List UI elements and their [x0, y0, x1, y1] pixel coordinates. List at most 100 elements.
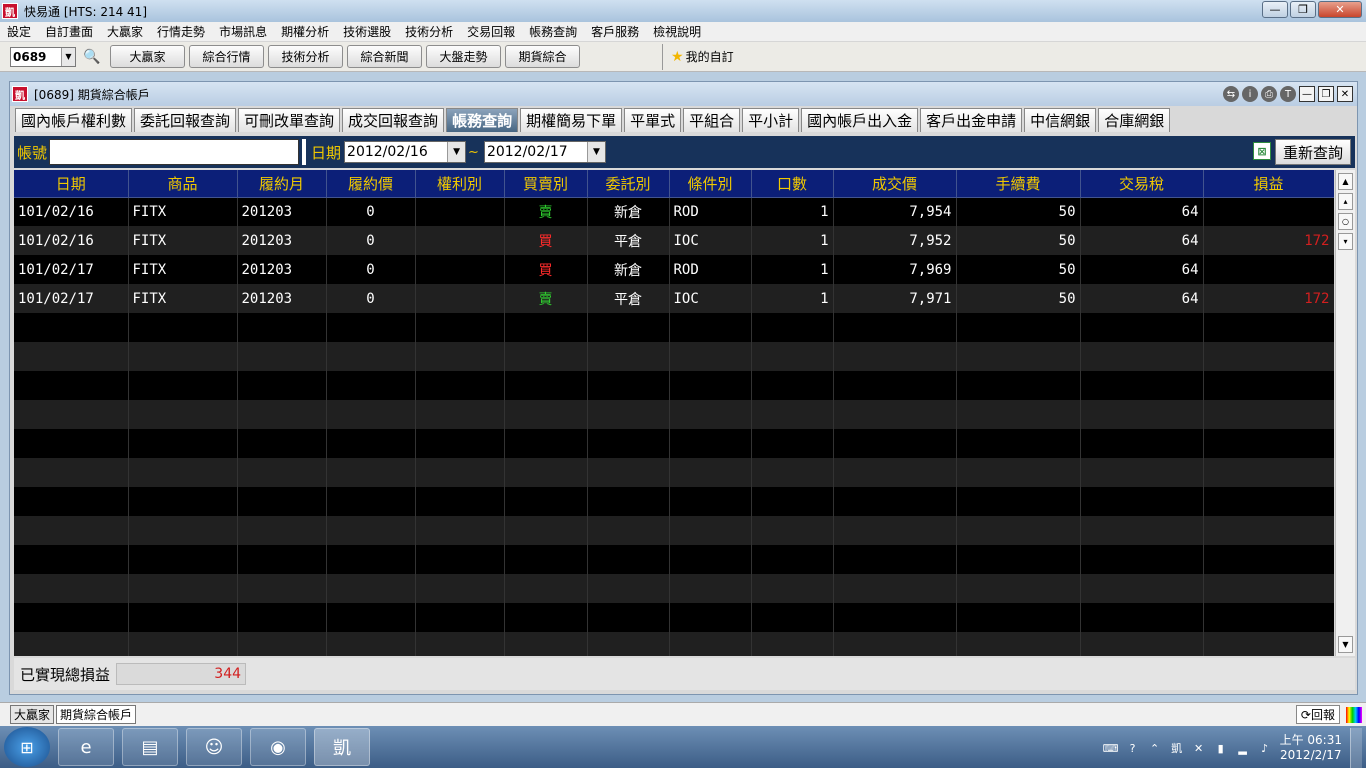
minimize-button[interactable]: — [1262, 1, 1288, 18]
child-restore-button[interactable]: ❐ [1318, 86, 1334, 102]
tab-fill-reply[interactable]: 成交回報查詢 [342, 108, 445, 132]
tray-app-icon[interactable]: 凱 [1170, 741, 1184, 755]
table-row[interactable] [14, 574, 1334, 603]
menu-quotes[interactable]: 行情走勢 [150, 23, 212, 40]
browser-icon[interactable]: e [58, 728, 114, 766]
tab-withdraw-request[interactable]: 客戶出金申請 [920, 108, 1023, 132]
signal-icon[interactable]: ▂ [1236, 741, 1250, 755]
export-excel-icon[interactable]: ⊠ [1253, 142, 1271, 160]
pin-icon[interactable]: T [1280, 86, 1296, 102]
volume-icon[interactable]: ♪ [1258, 741, 1272, 755]
table-row[interactable] [14, 313, 1334, 342]
table-row[interactable]: 101/02/16 FITX 201203 0 買平倉 IOC 1 7,952 50 64 172 [14, 226, 1334, 255]
open-window-futures-account[interactable]: 期貨綜合帳戶 [56, 705, 137, 724]
table-row[interactable]: 101/02/17 FITX 201203 0 賣平倉 IOC 1 7,971 50 64 172 [14, 284, 1334, 313]
tab-flat-single[interactable]: 平單式 [624, 108, 682, 132]
menu-trade-reply[interactable]: 交易回報 [460, 23, 522, 40]
info-icon[interactable]: i [1242, 86, 1258, 102]
menu-account-query[interactable]: 帳務查詢 [522, 23, 584, 40]
date-to-picker[interactable]: 2012/02/17 ▼ [483, 141, 606, 163]
date-from-picker[interactable]: 2012/02/16 ▼ [344, 141, 467, 163]
menu-customer-service[interactable]: 客戶服務 [584, 23, 646, 40]
print-icon[interactable]: ⎙ [1261, 86, 1277, 102]
keyboard-icon[interactable]: ⌨ [1103, 741, 1119, 755]
column-header[interactable]: 手續費 [956, 170, 1081, 198]
open-window-big-winner[interactable]: 大贏家 [10, 705, 55, 724]
tab-tcb-bank[interactable]: 合庫網銀 [1098, 108, 1171, 132]
index-trend-button[interactable]: 大盤走勢 [426, 45, 501, 68]
table-row[interactable] [14, 545, 1334, 574]
futures-overview-button[interactable]: 期貨綜合 [505, 45, 580, 68]
column-header[interactable]: 商品 [128, 170, 238, 198]
menu-options-analysis[interactable]: 期權分析 [274, 23, 336, 40]
scroll-bottom-icon[interactable]: ▾ [1338, 233, 1353, 250]
scroll-down-icon[interactable]: ▼ [1338, 636, 1353, 653]
column-header[interactable]: 日期 [14, 170, 129, 198]
menu-market-news[interactable]: 市場訊息 [212, 23, 274, 40]
scroll-up-icon[interactable]: ▲ [1338, 173, 1353, 190]
folder-icon[interactable]: ▤ [122, 728, 178, 766]
column-header[interactable]: 買賣別 [504, 170, 588, 198]
column-header[interactable]: 成交價 [833, 170, 957, 198]
news-button[interactable]: 綜合新聞 [347, 45, 422, 68]
chevron-down-icon[interactable]: ▼ [61, 47, 75, 66]
tab-modifiable-orders[interactable]: 可刪改單查詢 [238, 108, 341, 132]
scroll-top-icon[interactable]: ▴ [1338, 193, 1353, 210]
show-desktop-button[interactable] [1350, 728, 1362, 768]
chevron-up-icon[interactable]: ⌃ [1148, 741, 1162, 755]
chevron-down-icon[interactable]: ▼ [447, 142, 466, 162]
column-header[interactable]: 口數 [751, 170, 834, 198]
search-icon[interactable]: 🔍 [82, 47, 102, 67]
menu-custom-screen[interactable]: 自訂畫面 [38, 23, 100, 40]
menu-big-winner[interactable]: 大贏家 [100, 23, 150, 40]
column-header[interactable]: 條件別 [669, 170, 752, 198]
menu-stock-screening[interactable]: 技術選股 [336, 23, 398, 40]
tab-domestic-equity[interactable]: 國內帳戶權利數 [15, 108, 133, 132]
requery-button[interactable]: 重新查詢 [1275, 139, 1351, 165]
table-row[interactable]: 101/02/17 FITX 201203 0 買新倉 ROD 1 7,969 50 64 [14, 255, 1334, 284]
table-row[interactable] [14, 429, 1334, 458]
menu-settings[interactable]: 設定 [0, 23, 38, 40]
clock[interactable]: 上午 06:31 2012/2/17 [1280, 733, 1342, 763]
tab-flat-combo[interactable]: 平組合 [683, 108, 741, 132]
column-header[interactable]: 交易稅 [1080, 170, 1204, 198]
table-row[interactable] [14, 487, 1334, 516]
column-header[interactable]: 損益 [1203, 170, 1334, 198]
scroll-thumb[interactable]: ○ [1338, 213, 1353, 230]
column-header[interactable]: 履約月 [237, 170, 327, 198]
column-header[interactable]: 權利別 [415, 170, 505, 198]
link-icon[interactable]: ⇆ [1223, 86, 1239, 102]
table-row[interactable]: 101/02/16 FITX 201203 0 賣新倉 ROD 1 7,954 50 64 [14, 197, 1334, 226]
child-close-button[interactable]: ✕ [1337, 86, 1353, 102]
trading-app-icon[interactable]: 凱 [314, 728, 370, 766]
close-button[interactable]: ✕ [1318, 1, 1362, 18]
messenger-icon[interactable]: ☺ [186, 728, 242, 766]
vertical-scrollbar[interactable]: ▲ ▴ ○ ▾ ▼ [1335, 170, 1355, 656]
tab-order-reply[interactable]: 委託回報查詢 [134, 108, 237, 132]
account-input[interactable] [49, 139, 300, 165]
tab-flat-subtotal[interactable]: 平小計 [742, 108, 800, 132]
table-row[interactable] [14, 603, 1334, 632]
menu-technical-analysis[interactable]: 技術分析 [398, 23, 460, 40]
favorites-button[interactable]: ★ 我的自訂 [671, 48, 734, 65]
power-icon[interactable]: ▮ [1214, 741, 1228, 755]
color-palette-icon[interactable] [1346, 706, 1362, 723]
table-row[interactable] [14, 458, 1334, 487]
technical-analysis-button[interactable]: 技術分析 [268, 45, 343, 68]
stock-code-input[interactable]: 0689 ▼ [10, 46, 76, 67]
table-row[interactable] [14, 400, 1334, 429]
tab-quick-order[interactable]: 期權簡易下單 [520, 108, 623, 132]
column-header[interactable]: 委託別 [587, 170, 670, 198]
network-error-icon[interactable]: ✕ [1192, 741, 1206, 755]
table-row[interactable] [14, 516, 1334, 545]
column-header[interactable]: 履約價 [326, 170, 416, 198]
help-icon[interactable]: ? [1126, 741, 1140, 755]
big-winner-button[interactable]: 大贏家 [110, 45, 185, 68]
tab-ctbc-bank[interactable]: 中信網銀 [1024, 108, 1097, 132]
table-row[interactable] [14, 632, 1334, 656]
table-row[interactable] [14, 342, 1334, 371]
reply-button[interactable]: ⟳ 回報 [1295, 705, 1340, 724]
tab-account-query[interactable]: 帳務查詢 [446, 108, 519, 132]
maximize-button[interactable]: ❐ [1290, 1, 1316, 18]
child-minimize-button[interactable]: — [1299, 86, 1315, 102]
